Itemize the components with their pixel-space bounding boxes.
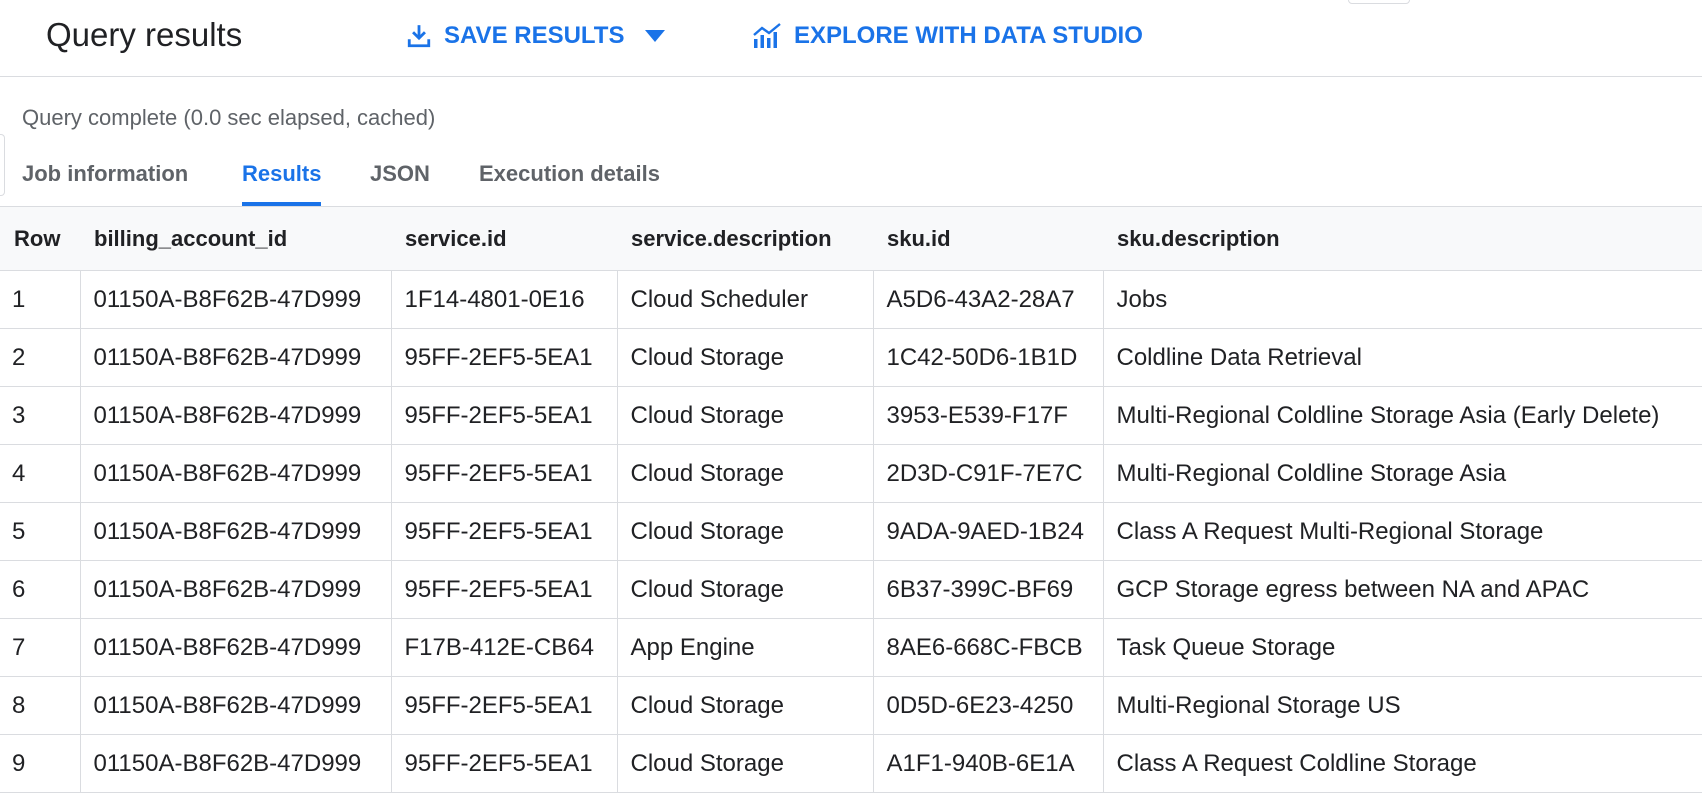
results-table: Row billing_account_id service.id servic… (0, 207, 1702, 793)
table-row[interactable]: 7 01150A-B8F62B-47D999 F17B-412E-CB64 Ap… (0, 618, 1702, 677)
table-cell: 01150A-B8F62B-47D999 (79, 734, 391, 793)
table-cell: 6B37-399C-BF69 (872, 560, 1103, 619)
table-cell: 95FF-2EF5-5EA1 (390, 444, 617, 503)
column-header[interactable]: billing_account_id (80, 207, 391, 271)
save-results-label: SAVE RESULTS (444, 22, 625, 49)
table-cell: Cloud Storage (616, 386, 873, 445)
tab-execution-details[interactable]: Execution details (479, 150, 660, 206)
table-cell: Multi-Regional Coldline Storage Asia (1102, 444, 1702, 503)
results-header: Query results SAVE RESULTS EXPLORE WITH … (0, 0, 1702, 77)
tab-job-information[interactable]: Job information (22, 150, 188, 206)
table-cell: Jobs (1102, 270, 1702, 329)
table-row[interactable]: 4 01150A-B8F62B-47D999 95FF-2EF5-5EA1 Cl… (0, 444, 1702, 503)
table-cell: 95FF-2EF5-5EA1 (390, 560, 617, 619)
table-cell: 2D3D-C91F-7E7C (872, 444, 1103, 503)
table-cell: 1 (0, 270, 80, 329)
table-cell: Cloud Storage (616, 676, 873, 735)
table-cell: 1F14-4801-0E16 (390, 270, 617, 329)
table-cell: 5 (0, 502, 80, 561)
table-cell: Coldline Data Retrieval (1102, 328, 1702, 387)
tab-json[interactable]: JSON (370, 150, 430, 206)
page-title: Query results (46, 16, 243, 53)
results-tabs: Job information Results JSON Execution d… (0, 150, 1702, 206)
table-cell: Cloud Scheduler (616, 270, 873, 329)
table-cell: Cloud Storage (616, 560, 873, 619)
column-header[interactable]: service.id (391, 207, 617, 271)
table-cell: Multi-Regional Coldline Storage Asia (Ea… (1102, 386, 1702, 445)
query-status: Query complete (0.0 sec elapsed, cached) (22, 105, 436, 130)
table-cell: Task Queue Storage (1102, 618, 1702, 677)
table-cell: 01150A-B8F62B-47D999 (79, 270, 391, 329)
table-header-row: Row billing_account_id service.id servic… (0, 207, 1702, 271)
table-cell: 95FF-2EF5-5EA1 (390, 676, 617, 735)
table-cell: Cloud Storage (616, 734, 873, 793)
query-results-panel: Query results SAVE RESULTS EXPLORE WITH … (0, 0, 1702, 794)
table-cell: Class A Request Coldline Storage (1102, 734, 1702, 793)
table-cell: 01150A-B8F62B-47D999 (79, 444, 391, 503)
table-cell: Cloud Storage (616, 444, 873, 503)
table-cell: 95FF-2EF5-5EA1 (390, 386, 617, 445)
table-cell: 01150A-B8F62B-47D999 (79, 328, 391, 387)
table-cell: App Engine (616, 618, 873, 677)
table-cell: 95FF-2EF5-5EA1 (390, 502, 617, 561)
table-cell: A1F1-940B-6E1A (872, 734, 1103, 793)
table-cell: 7 (0, 618, 80, 677)
table-cell: 3 (0, 386, 80, 445)
table-cell: 9ADA-9AED-1B24 (872, 502, 1103, 561)
table-cell: 8AE6-668C-FBCB (872, 618, 1103, 677)
save-results-button[interactable]: SAVE RESULTS (406, 16, 666, 56)
table-row[interactable]: 8 01150A-B8F62B-47D999 95FF-2EF5-5EA1 Cl… (0, 676, 1702, 735)
table-cell: 01150A-B8F62B-47D999 (79, 386, 391, 445)
table-row[interactable]: 6 01150A-B8F62B-47D999 95FF-2EF5-5EA1 Cl… (0, 560, 1702, 619)
table-row[interactable]: 2 01150A-B8F62B-47D999 95FF-2EF5-5EA1 Cl… (0, 328, 1702, 387)
table-cell: 95FF-2EF5-5EA1 (390, 734, 617, 793)
download-icon (406, 23, 432, 49)
table-row[interactable]: 3 01150A-B8F62B-47D999 95FF-2EF5-5EA1 Cl… (0, 386, 1702, 445)
results-table-container[interactable]: Row billing_account_id service.id servic… (0, 206, 1702, 794)
table-cell: 01150A-B8F62B-47D999 (79, 502, 391, 561)
explore-data-studio-button[interactable]: EXPLORE WITH DATA STUDIO (752, 16, 1143, 56)
table-cell: 2 (0, 328, 80, 387)
column-header[interactable]: sku.id (873, 207, 1103, 271)
table-cell: 9 (0, 734, 80, 793)
toolbar-edge (1348, 0, 1410, 4)
table-cell: Class A Request Multi-Regional Storage (1102, 502, 1702, 561)
table-cell: A5D6-43A2-28A7 (872, 270, 1103, 329)
table-row[interactable]: 9 01150A-B8F62B-47D999 95FF-2EF5-5EA1 Cl… (0, 734, 1702, 793)
table-cell: Cloud Storage (616, 328, 873, 387)
column-header[interactable]: sku.description (1103, 207, 1702, 271)
table-cell: 8 (0, 676, 80, 735)
caret-down-icon[interactable] (644, 29, 666, 43)
table-cell: GCP Storage egress between NA and APAC (1102, 560, 1702, 619)
table-cell: 01150A-B8F62B-47D999 (79, 618, 391, 677)
chart-icon (752, 23, 782, 49)
table-cell: 4 (0, 444, 80, 503)
table-cell: 0D5D-6E23-4250 (872, 676, 1103, 735)
column-header[interactable]: service.description (617, 207, 873, 271)
table-cell: 1C42-50D6-1B1D (872, 328, 1103, 387)
table-row[interactable]: 5 01150A-B8F62B-47D999 95FF-2EF5-5EA1 Cl… (0, 502, 1702, 561)
explore-data-studio-label: EXPLORE WITH DATA STUDIO (794, 22, 1143, 49)
table-cell: Cloud Storage (616, 502, 873, 561)
table-cell: 3953-E539-F17F (872, 386, 1103, 445)
tab-results[interactable]: Results (242, 150, 322, 206)
table-cell: 95FF-2EF5-5EA1 (390, 328, 617, 387)
table-cell: Multi-Regional Storage US (1102, 676, 1702, 735)
table-row[interactable]: 1 01150A-B8F62B-47D999 1F14-4801-0E16 Cl… (0, 270, 1702, 329)
table-cell: 6 (0, 560, 80, 619)
column-header[interactable]: Row (0, 207, 80, 271)
table-cell: F17B-412E-CB64 (390, 618, 617, 677)
table-cell: 01150A-B8F62B-47D999 (79, 676, 391, 735)
table-cell: 01150A-B8F62B-47D999 (79, 560, 391, 619)
